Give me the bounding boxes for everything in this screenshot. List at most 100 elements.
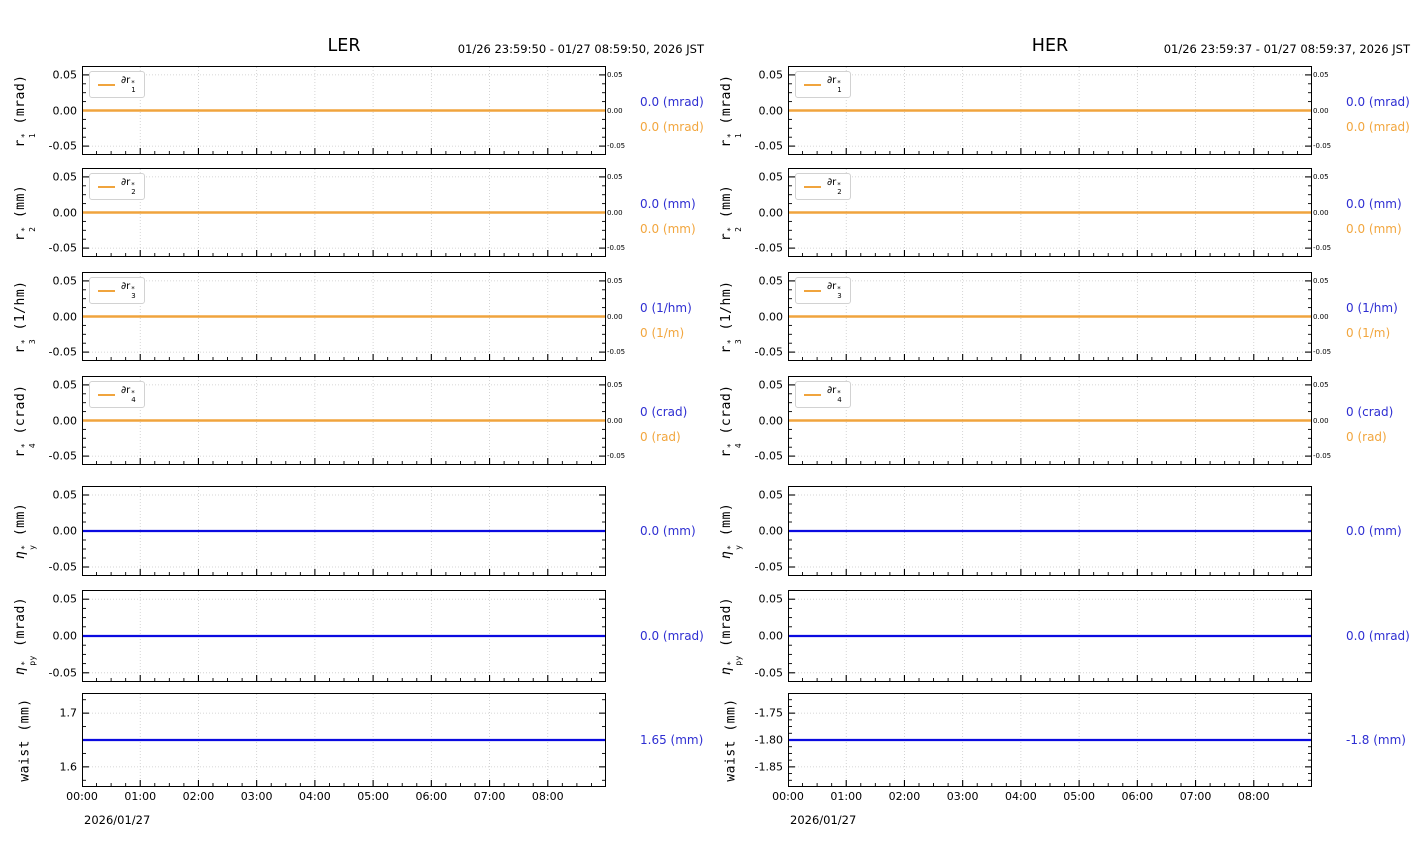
- right-margin-r1: 0.05 0.00 -0.05 0.0 (mrad) 0.0 (mrad): [1312, 66, 1412, 155]
- y-axis-label-cell: r * 3 (1/hm): [12, 272, 38, 361]
- y-tick-label: 0.00: [758, 414, 784, 427]
- right-margin-r3: 0.05 0.00 -0.05 0 (1/hm) 0 (1/m): [1312, 272, 1412, 361]
- x-spacer: [38, 805, 82, 831]
- y-axis-label: r * 3 (1/hm): [13, 280, 37, 353]
- panel-her-header: HER 01/26 23:59:37 - 01/27 08:59:37, 202…: [718, 4, 1412, 66]
- value-readout: 0 (crad): [1346, 404, 1394, 419]
- y-axis-label: r * 4 (crad): [719, 384, 743, 457]
- right-margin-r4: 0.05 0.00 -0.05 0 (crad) 0 (rad): [606, 376, 706, 465]
- y-tick-label: 0.00: [52, 310, 78, 323]
- legend-line-swatch: [804, 185, 821, 188]
- legend-label: ∂r * 3: [827, 281, 842, 300]
- y-tick-label: -0.05: [48, 666, 77, 680]
- y-axis-label-cell: η * py (mrad): [718, 590, 744, 682]
- right-tick-label: 0.00: [607, 312, 623, 321]
- y-tick-label: 0.05: [52, 378, 78, 392]
- x-tick-label: 02:00: [888, 790, 921, 803]
- right-margin-waist: 1.65 (mm): [606, 693, 706, 787]
- right-margin-eta_py: 0.0 (mrad): [1312, 590, 1412, 682]
- right-tick-label: 0.00: [607, 208, 623, 217]
- y-axis-label-cell: r * 1 (mrad): [718, 66, 744, 155]
- legend-line-swatch: [98, 289, 115, 292]
- y-tick-label: -0.05: [754, 241, 783, 255]
- legend-line-swatch: [98, 393, 115, 396]
- x-tick-label: 00:00: [66, 790, 98, 803]
- x-date-cell: 2026/01/27: [82, 805, 606, 831]
- legend-box: ∂r * 4: [795, 381, 851, 408]
- y-tick-labels: 0.05 0.00 -0.05: [744, 168, 788, 257]
- plot-waist-canvas: [788, 693, 1312, 787]
- right-tick-label: -0.05: [607, 142, 626, 151]
- plot-waist-canvas: [82, 693, 606, 787]
- plot-area-r1: ∂r * 1: [82, 66, 606, 155]
- plot-r1-canvas: [82, 66, 606, 155]
- legend-label: ∂r * 4: [827, 385, 842, 404]
- y-axis-label: r * 4 (crad): [13, 384, 37, 457]
- right-margin-r3: 0.05 0.00 -0.05 0 (1/hm) 0 (1/m): [606, 272, 706, 361]
- y-tick-labels: -1.75 -1.80 -1.85: [744, 693, 788, 787]
- plot-area-r2: ∂r * 2: [82, 168, 606, 257]
- y-tick-label: -0.05: [48, 139, 77, 153]
- x-spacer: [1312, 805, 1412, 831]
- plot-area-waist: [788, 693, 1312, 787]
- value-readout: 0 (rad): [1346, 430, 1387, 445]
- value-readout: 0.0 (mrad): [1346, 629, 1410, 643]
- x-axis-row: 00:00 01:00 02:00 03:00 04:00 05:00 06:00 07:00…: [12, 787, 706, 805]
- legend-box: ∂r * 1: [795, 71, 851, 98]
- plot-row-eta_py: η * py (mrad) 0.05 0.00 -0.05 0.0 (mrad): [718, 590, 1412, 682]
- value-readout: 1.65 (mm): [640, 733, 704, 747]
- legend-box: ∂r * 4: [89, 381, 145, 408]
- right-margin-eta_py: 0.0 (mrad): [606, 590, 706, 682]
- y-tick-label: 0.05: [52, 488, 78, 502]
- x-spacer: [12, 805, 38, 831]
- y-tick-label: 1.6: [59, 760, 78, 774]
- y-axis-label: r * 2 (mm): [719, 184, 743, 241]
- y-tick-labels: 0.05 0.00 -0.05: [744, 272, 788, 361]
- value-readout: 0.0 (mm): [640, 196, 696, 211]
- legend-label: ∂r * 1: [827, 75, 842, 94]
- right-tick-label: 0.00: [607, 416, 623, 425]
- right-margin-r4: 0.05 0.00 -0.05 0 (crad) 0 (rad): [1312, 376, 1412, 465]
- legend-line-swatch: [804, 393, 821, 396]
- x-tick-label: 03:00: [240, 790, 273, 803]
- right-tick-label: 0.00: [607, 106, 623, 115]
- legend-line-swatch: [804, 289, 821, 292]
- y-axis-label-cell: r * 3 (1/hm): [718, 272, 744, 361]
- x-spacer: [718, 787, 744, 805]
- y-tick-label: 0.00: [758, 310, 784, 323]
- y-tick-label: -0.05: [48, 449, 77, 463]
- x-tick-label: 05:00: [1063, 790, 1095, 803]
- y-tick-label: 0.00: [52, 414, 78, 427]
- y-tick-labels: 0.05 0.00 -0.05: [744, 486, 788, 576]
- y-tick-label: 0.05: [52, 274, 78, 288]
- panel-title: HER: [1031, 36, 1069, 56]
- y-tick-label: 0.05: [758, 378, 784, 392]
- plot-area-eta_y: [82, 486, 606, 576]
- value-readout: -1.8 (mm): [1346, 733, 1406, 747]
- x-axis-date-label: 2026/01/27: [790, 813, 857, 827]
- value-readout: 0 (1/m): [640, 326, 685, 341]
- value-readout: 0.0 (mm): [1346, 524, 1402, 538]
- plot-r2-canvas: [82, 168, 606, 257]
- y-axis-label: r * 2 (mm): [13, 184, 37, 241]
- plot-row-waist: waist (mm) 1.7 1.6 1.65 (mm): [12, 693, 706, 787]
- y-axis-label-cell: η * y (mm): [718, 486, 744, 576]
- x-axis-date-label: 2026/01/27: [84, 813, 151, 827]
- plots-container-her: r * 1 (mrad) 0.05 0.00 -0.05 ∂r * 1 0.05 0.00 -0.05…: [718, 66, 1412, 831]
- right-tick-label: 0.00: [1313, 416, 1329, 425]
- plot-area-r1: ∂r * 1: [788, 66, 1312, 155]
- right-tick-label: -0.05: [1313, 348, 1332, 357]
- legend-line-swatch: [98, 83, 115, 86]
- plot-area-eta_py: [82, 590, 606, 682]
- x-tick-label: 02:00: [182, 790, 215, 803]
- y-tick-label: 0.00: [758, 629, 784, 643]
- plot-r4-canvas: [82, 376, 606, 465]
- y-tick-label: -0.05: [754, 560, 783, 574]
- x-axis-row: 00:00 01:00 02:00 03:00 04:00 05:00 06:00 07:00…: [718, 787, 1412, 805]
- y-tick-label: -0.05: [754, 666, 783, 680]
- y-tick-labels: 0.05 0.00 -0.05: [38, 66, 82, 155]
- y-tick-label: 0.05: [52, 170, 78, 184]
- y-tick-label: -0.05: [754, 345, 783, 359]
- x-tick-label: 05:00: [357, 790, 389, 803]
- right-margin-r2: 0.05 0.00 -0.05 0.0 (mm) 0.0 (mm): [606, 168, 706, 257]
